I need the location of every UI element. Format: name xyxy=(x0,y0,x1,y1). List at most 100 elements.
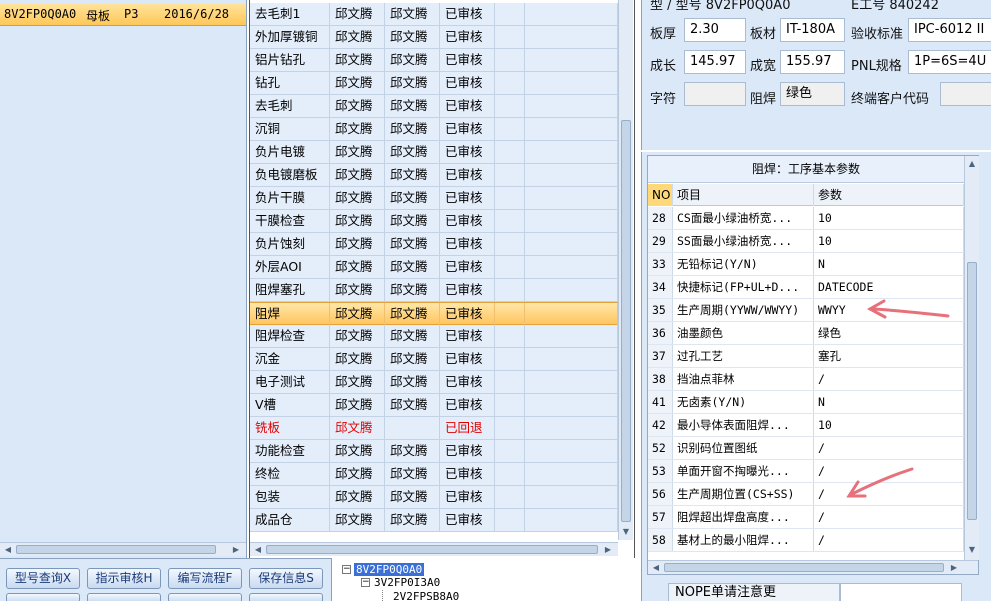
more-button-3[interactable] xyxy=(168,593,242,601)
table-row[interactable]: V槽 邱文腾 邱文腾 已审核 xyxy=(250,394,618,417)
collapse-icon[interactable]: − xyxy=(342,565,351,574)
table-row[interactable]: 35 生产周期(YYWW/WWYY) WWYY xyxy=(648,299,964,322)
table-row[interactable]: 57 阻焊超出焊盘高度... / xyxy=(648,506,964,529)
table-row[interactable]: 去毛刺 邱文腾 邱文腾 已审核 xyxy=(250,95,618,118)
review-status: 已审核 xyxy=(440,348,495,370)
char-label: 字符 xyxy=(650,92,677,107)
col-item-header[interactable]: 项目 xyxy=(673,184,814,206)
scroll-left-icon[interactable]: ◀ xyxy=(650,562,662,574)
edit-flow-button[interactable]: 编写流程F xyxy=(168,568,242,589)
material-field[interactable]: IT-180A xyxy=(780,18,845,42)
scroll-down-icon[interactable]: ▼ xyxy=(620,526,632,538)
customer-code-field[interactable] xyxy=(940,82,991,106)
collapse-icon[interactable]: − xyxy=(361,578,370,587)
table-row[interactable]: 28 CS面最小绿油桥宽... 10 xyxy=(648,207,964,230)
review-status: 已审核 xyxy=(440,233,495,255)
table-row[interactable]: 外层AOI 邱文腾 邱文腾 已审核 xyxy=(250,256,618,279)
extra-cell xyxy=(495,187,525,209)
table-row[interactable]: 33 无铅标记(Y/N) N xyxy=(648,253,964,276)
process-name: 包装 xyxy=(250,486,330,508)
review-status: 已审核 xyxy=(440,118,495,140)
table-row[interactable]: 沉铜 邱文腾 邱文腾 已审核 xyxy=(250,118,618,141)
thickness-field[interactable]: 2.30 xyxy=(684,18,746,42)
more-button-2[interactable] xyxy=(87,593,161,601)
table-row[interactable]: 38 挡油点菲林 / xyxy=(648,368,964,391)
table-row[interactable]: 包装 邱文腾 邱文腾 已审核 xyxy=(250,486,618,509)
instruction-review-button[interactable]: 指示审核H xyxy=(87,568,161,589)
scroll-thumb[interactable] xyxy=(967,262,977,520)
scroll-right-icon[interactable]: ▶ xyxy=(230,544,242,556)
tree-node-root[interactable]: 8V2FP0Q0A0 xyxy=(354,563,425,576)
reviewer-name: 邱文腾 xyxy=(385,509,440,531)
pnl-field[interactable]: 1P=6S=4U xyxy=(908,50,991,74)
table-row[interactable]: 阻焊 邱文腾 邱文腾 已审核 xyxy=(250,302,618,325)
table-row[interactable]: 37 过孔工艺 塞孔 xyxy=(648,345,964,368)
model-query-button[interactable]: 型号查询X xyxy=(6,568,80,589)
tree-node-grandchild[interactable]: 2V2FPSB8A0 xyxy=(382,590,459,601)
param-table-hscrollbar[interactable]: ◀ ▶ xyxy=(648,560,978,574)
param-no: 56 xyxy=(648,483,673,505)
more-button-1[interactable] xyxy=(6,593,80,601)
table-row[interactable]: 成品仓 邱文腾 邱文腾 已审核 xyxy=(250,509,618,532)
process-name: 负片干膜 xyxy=(250,187,330,209)
scroll-right-icon[interactable]: ▶ xyxy=(602,544,614,556)
table-row[interactable]: 干膜检查 邱文腾 邱文腾 已审核 xyxy=(250,210,618,233)
process-table-hscrollbar[interactable]: ◀ ▶ xyxy=(250,542,618,556)
scroll-up-icon[interactable]: ▲ xyxy=(966,158,978,170)
table-row[interactable]: 56 生产周期位置(CS+SS) / xyxy=(648,483,964,506)
scroll-thumb[interactable] xyxy=(664,563,944,572)
table-row[interactable]: 29 SS面最小绿油桥宽... 10 xyxy=(648,230,964,253)
mask-field[interactable]: 绿色 xyxy=(780,82,845,106)
table-row[interactable]: 沉金 邱文腾 邱文腾 已审核 xyxy=(250,348,618,371)
table-row[interactable]: 功能检查 邱文腾 邱文腾 已审核 xyxy=(250,440,618,463)
table-row[interactable]: 阻焊塞孔 邱文腾 邱文腾 已审核 xyxy=(250,279,618,302)
scroll-thumb[interactable] xyxy=(266,545,598,554)
table-row[interactable]: 电子测试 邱文腾 邱文腾 已审核 xyxy=(250,371,618,394)
note-area: NOPE单请注意更 xyxy=(641,577,991,601)
nope-notice-field[interactable] xyxy=(840,583,962,601)
table-row[interactable]: 负电镀磨板 邱文腾 邱文腾 已审核 xyxy=(250,164,618,187)
extra-cell xyxy=(525,394,618,416)
scroll-left-icon[interactable]: ◀ xyxy=(2,544,14,556)
scroll-left-icon[interactable]: ◀ xyxy=(252,544,264,556)
table-row[interactable]: 负片干膜 邱文腾 邱文腾 已审核 xyxy=(250,187,618,210)
table-row[interactable]: 42 最小导体表面阻焊... 10 xyxy=(648,414,964,437)
tree-node-child[interactable]: 3V2FP0I3A0 xyxy=(374,576,440,589)
table-row[interactable]: 终检 邱文腾 邱文腾 已审核 xyxy=(250,463,618,486)
col-no-header[interactable]: NO xyxy=(648,184,673,206)
char-field[interactable] xyxy=(684,82,746,106)
save-info-button[interactable]: 保存信息S xyxy=(249,568,323,589)
more-button-4[interactable] xyxy=(249,593,323,601)
order-list-hscrollbar[interactable]: ◀ ▶ xyxy=(0,542,246,556)
param-no: 52 xyxy=(648,437,673,459)
scroll-down-icon[interactable]: ▼ xyxy=(966,544,978,556)
param-table-vscrollbar[interactable]: ▲ ▼ xyxy=(964,156,979,560)
table-row[interactable]: 阻焊检查 邱文腾 邱文腾 已审核 xyxy=(250,325,618,348)
maker-name: 邱文腾 xyxy=(330,141,385,163)
width-field[interactable]: 155.97 xyxy=(780,50,845,74)
table-row[interactable]: 52 识别码位置图纸 / xyxy=(648,437,964,460)
table-row[interactable]: 负片蚀刻 邱文腾 邱文腾 已审核 xyxy=(250,233,618,256)
table-row[interactable]: 铣板 邱文腾 已回退 xyxy=(250,417,618,440)
table-row[interactable]: 36 油墨颜色 绿色 xyxy=(648,322,964,345)
table-row[interactable]: 外加厚镀铜 邱文腾 邱文腾 已审核 xyxy=(250,26,618,49)
length-field[interactable]: 145.97 xyxy=(684,50,746,74)
table-row[interactable]: 钻孔 邱文腾 邱文腾 已审核 xyxy=(250,72,618,95)
process-name: 干膜检查 xyxy=(250,210,330,232)
review-status: 已审核 xyxy=(440,371,495,393)
table-row[interactable]: 铝片钻孔 邱文腾 邱文腾 已审核 xyxy=(250,49,618,72)
process-name: 功能检查 xyxy=(250,440,330,462)
order-row-selected[interactable]: 8V2FP0Q0A0 母板 P3 2016/6/28 xyxy=(0,4,246,26)
table-row[interactable]: 58 基材上的最小阻焊... / xyxy=(648,529,964,552)
col-param-header[interactable]: 参数 xyxy=(814,184,964,206)
scroll-right-icon[interactable]: ▶ xyxy=(948,562,960,574)
table-row[interactable]: 去毛刺1 邱文腾 邱文腾 已审核 xyxy=(250,3,618,26)
scroll-thumb[interactable] xyxy=(621,120,631,522)
table-row[interactable]: 34 快捷标记(FP+UL+D... DATECODE xyxy=(648,276,964,299)
process-table-vscrollbar[interactable]: ▼ xyxy=(618,0,633,540)
table-row[interactable]: 53 单面开窗不掏曝光... / xyxy=(648,460,964,483)
standard-field[interactable]: IPC-6012 II xyxy=(908,18,991,42)
scroll-thumb[interactable] xyxy=(16,545,216,554)
table-row[interactable]: 41 无卤素(Y/N) N xyxy=(648,391,964,414)
table-row[interactable]: 负片电镀 邱文腾 邱文腾 已审核 xyxy=(250,141,618,164)
